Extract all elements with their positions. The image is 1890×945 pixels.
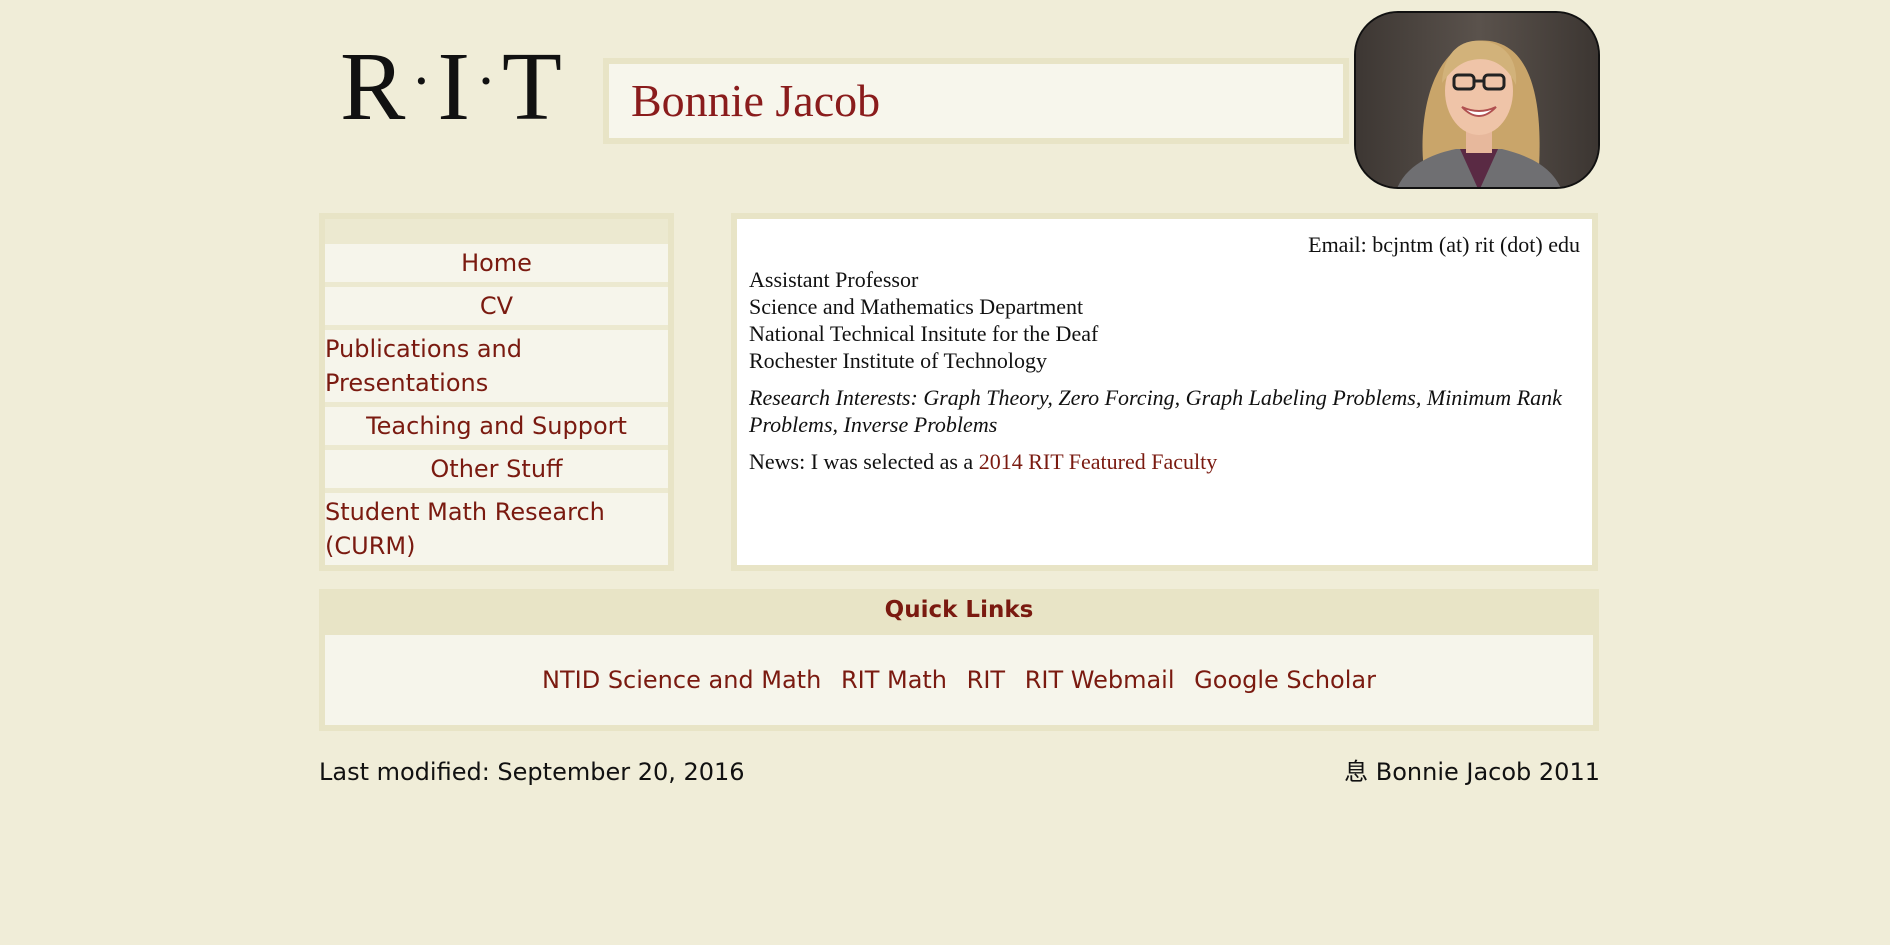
- affiliation-title: Assistant Professor: [749, 267, 919, 292]
- copyright: 息 Bonnie Jacob 2011: [1344, 758, 1600, 786]
- logo-letter-i: I: [437, 33, 470, 141]
- sidebar-item-home[interactable]: Home: [325, 244, 668, 282]
- news-line: News: I was selected as a 2014 RIT Featu…: [749, 448, 1580, 475]
- quick-link-rit-webmail[interactable]: RIT Webmail: [1025, 666, 1175, 694]
- email-line: Email: bcjntm (at) rit (dot) edu: [1308, 232, 1580, 257]
- rit-logo[interactable]: R ·I ·T: [340, 36, 562, 136]
- affiliation-department: Science and Mathematics Department: [749, 294, 1084, 319]
- research-interests: Research Interests: Graph Theory, Zero F…: [749, 385, 1562, 437]
- quick-links-bar: NTID Science and Math RIT Math RIT RIT W…: [325, 635, 1593, 725]
- quick-link-ntid-science-math[interactable]: NTID Science and Math: [542, 666, 821, 694]
- sidebar-item-student-research[interactable]: Student Math Research (CURM): [325, 493, 668, 565]
- logo-letter-r: R: [340, 33, 406, 141]
- page-title: Bonnie Jacob: [609, 64, 1343, 138]
- affiliation-college: National Technical Insitute for the Deaf: [749, 321, 1099, 346]
- sidebar-item-teaching[interactable]: Teaching and Support: [325, 407, 668, 445]
- quick-links-title: Quick Links: [884, 597, 1034, 623]
- sidebar-item-publications[interactable]: Publications and Presentations: [325, 330, 668, 402]
- header-title-box: Bonnie Jacob: [603, 58, 1349, 144]
- sidebar-nav: Home CV Publications and Presentations T…: [319, 213, 674, 571]
- sidebar-item-other-stuff[interactable]: Other Stuff: [325, 450, 668, 488]
- main-content: Email: bcjntm (at) rit (dot) edu Assista…: [731, 213, 1598, 571]
- affiliation-university: Rochester Institute of Technology: [749, 348, 1048, 373]
- sidebar-item-cv[interactable]: CV: [325, 287, 668, 325]
- quick-link-rit[interactable]: RIT: [967, 666, 1005, 694]
- quick-links-panel: Quick Links NTID Science and Math RIT Ma…: [319, 589, 1599, 731]
- page: R ·I ·T Bonnie Jacob Home CV Publication…: [0, 0, 1890, 945]
- logo-letter-t: T: [501, 33, 562, 141]
- quick-link-rit-math[interactable]: RIT Math: [841, 666, 947, 694]
- profile-photo: [1354, 11, 1600, 189]
- news-prefix: News: I was selected as a: [749, 449, 979, 474]
- last-modified: Last modified: September 20, 2016: [319, 758, 745, 786]
- featured-faculty-link[interactable]: 2014 RIT Featured Faculty: [979, 449, 1218, 474]
- quick-link-google-scholar[interactable]: Google Scholar: [1194, 666, 1376, 694]
- affiliation-block: Assistant Professor Science and Mathemat…: [749, 266, 1580, 374]
- portrait-image: [1356, 13, 1598, 187]
